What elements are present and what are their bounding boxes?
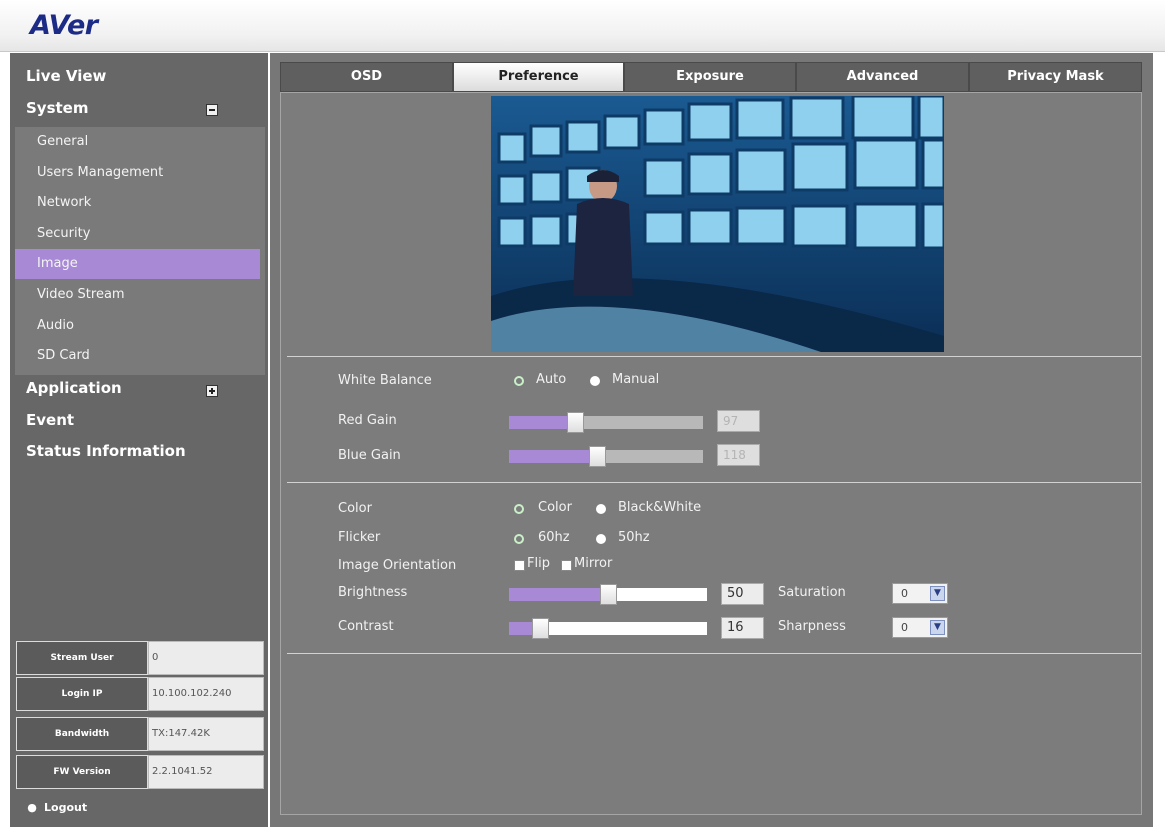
section-divider: [287, 356, 1141, 357]
aver-logo: AVer: [30, 10, 98, 41]
contrast-label: Contrast: [338, 619, 394, 634]
color-bw-label: Black&White: [618, 500, 702, 515]
blue-gain-label: Blue Gain: [338, 448, 401, 463]
blue-gain-value[interactable]: 118: [717, 444, 760, 466]
section-divider: [287, 482, 1141, 483]
info-label: Stream User: [16, 641, 148, 675]
info-label: Bandwidth: [16, 717, 148, 751]
flip-label: Flip: [527, 556, 550, 571]
info-value: 10.100.102.240: [148, 677, 264, 711]
tab-bar: OSD Preference Exposure Advanced Privacy…: [280, 62, 1142, 92]
nav-status-information[interactable]: Status Information: [26, 442, 186, 460]
info-value: TX:147.42K: [148, 717, 264, 751]
red-gain-label: Red Gain: [338, 413, 397, 428]
header-bar: AVer: [0, 0, 1165, 52]
logout-button[interactable]: ● Logout: [26, 801, 87, 814]
flicker-60hz-radio[interactable]: [514, 534, 524, 544]
saturation-label: Saturation: [778, 585, 846, 600]
collapse-system-icon[interactable]: [206, 104, 218, 116]
camera-preview-image: [491, 96, 944, 352]
info-value: 0: [148, 641, 264, 675]
brightness-value[interactable]: 50: [721, 583, 764, 605]
wb-auto-label: Auto: [536, 372, 567, 387]
brightness-label: Brightness: [338, 585, 408, 600]
contrast-value[interactable]: 16: [721, 617, 764, 639]
flicker-50hz-radio[interactable]: [596, 534, 606, 544]
saturation-value: 0: [901, 587, 908, 600]
tab-privacy-mask[interactable]: Privacy Mask: [969, 62, 1142, 92]
sidebar-item-audio[interactable]: Audio: [15, 311, 260, 341]
sharpness-value: 0: [901, 621, 908, 634]
red-gain-handle[interactable]: [567, 412, 584, 433]
tab-osd[interactable]: OSD: [280, 62, 453, 92]
nav-system[interactable]: System: [26, 99, 88, 117]
system-submenu: General Users Management Network Securit…: [15, 127, 265, 375]
wb-auto-radio[interactable]: [514, 376, 524, 386]
red-gain-slider[interactable]: [509, 412, 703, 433]
sharpness-select[interactable]: 0 ▼: [892, 617, 948, 638]
tab-advanced[interactable]: Advanced: [796, 62, 969, 92]
sidebar-item-image[interactable]: Image: [15, 249, 260, 279]
info-label: Login IP: [16, 677, 148, 711]
red-gain-fill: [509, 416, 567, 429]
tab-exposure[interactable]: Exposure: [624, 62, 796, 92]
flicker-60hz-label: 60hz: [538, 530, 570, 545]
sidebar-item-general[interactable]: General: [15, 127, 260, 157]
user-icon: ●: [27, 801, 37, 814]
logout-label: Logout: [44, 801, 88, 814]
chevron-down-icon[interactable]: ▼: [930, 586, 945, 601]
sidebar-item-network[interactable]: Network: [15, 188, 260, 218]
flicker-label: Flicker: [338, 530, 381, 545]
chevron-down-icon[interactable]: ▼: [930, 620, 945, 635]
sidebar-item-sd-card[interactable]: SD Card: [15, 341, 260, 371]
color-bw-radio[interactable]: [596, 504, 606, 514]
flip-checkbox[interactable]: [514, 560, 525, 571]
brightness-handle[interactable]: [600, 584, 617, 605]
color-color-radio[interactable]: [514, 504, 524, 514]
color-label: Color: [338, 501, 372, 516]
nav-application[interactable]: Application: [26, 379, 122, 397]
wb-manual-radio[interactable]: [590, 376, 600, 386]
flicker-50hz-label: 50hz: [618, 530, 650, 545]
nav-live-view[interactable]: Live View: [26, 67, 106, 85]
sharpness-label: Sharpness: [778, 619, 846, 634]
saturation-select[interactable]: 0 ▼: [892, 583, 948, 604]
sidebar-item-users-management[interactable]: Users Management: [15, 158, 260, 188]
white-balance-label: White Balance: [338, 373, 432, 388]
main-content: OSD Preference Exposure Advanced Privacy…: [270, 53, 1153, 827]
info-bandwidth: Bandwidth TX:147.42K: [16, 717, 264, 751]
info-login-ip: Login IP 10.100.102.240: [16, 677, 264, 711]
mirror-checkbox[interactable]: [561, 560, 572, 571]
info-value: 2.2.1041.52: [148, 755, 264, 789]
red-gain-value[interactable]: 97: [717, 410, 760, 432]
contrast-slider[interactable]: [509, 618, 707, 639]
blue-gain-handle[interactable]: [589, 446, 606, 467]
tab-preference[interactable]: Preference: [453, 62, 624, 92]
info-fw-version: FW Version 2.2.1041.52: [16, 755, 264, 789]
blue-gain-fill: [509, 450, 589, 463]
info-stream-user: Stream User 0: [16, 641, 264, 675]
color-color-label: Color: [538, 500, 572, 515]
image-orientation-label: Image Orientation: [338, 558, 457, 573]
expand-application-icon[interactable]: [206, 385, 218, 397]
preference-panel: White Balance Auto Manual Red Gain 97 Bl…: [280, 92, 1142, 815]
sidebar-item-video-stream[interactable]: Video Stream: [15, 280, 260, 310]
brightness-slider[interactable]: [509, 584, 707, 605]
wb-manual-label: Manual: [612, 372, 660, 387]
nav-event[interactable]: Event: [26, 411, 74, 429]
sidebar-item-security[interactable]: Security: [15, 219, 260, 249]
info-label: FW Version: [16, 755, 148, 789]
sidebar: Live View System General Users Managemen…: [10, 53, 268, 827]
mirror-label: Mirror: [574, 556, 613, 571]
brightness-fill: [509, 588, 601, 601]
contrast-handle[interactable]: [532, 618, 549, 639]
blue-gain-slider[interactable]: [509, 446, 703, 467]
section-divider: [287, 653, 1141, 654]
contrast-fill: [509, 622, 533, 635]
